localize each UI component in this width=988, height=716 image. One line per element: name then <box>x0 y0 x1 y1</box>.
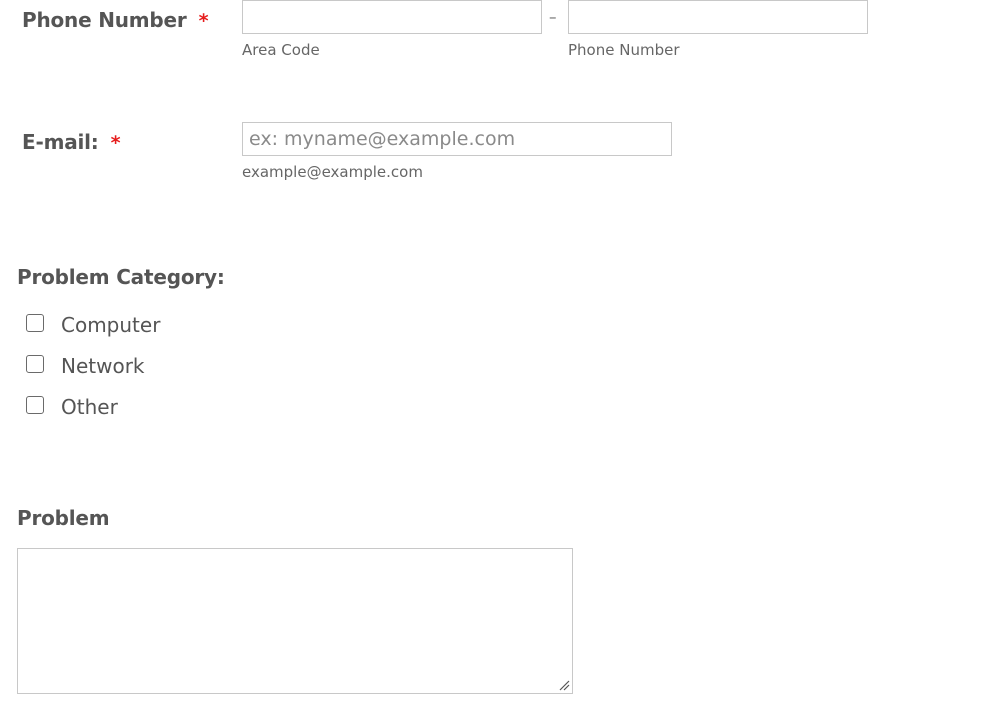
email-input[interactable] <box>242 122 672 156</box>
option-network[interactable]: Network <box>26 354 145 378</box>
option-label: Network <box>61 354 145 378</box>
problem-category-label: Problem Category: <box>17 265 225 289</box>
area-code-input[interactable] <box>242 0 542 34</box>
support-form: Phone Number * – Area Code Phone Number E… <box>0 0 988 716</box>
option-computer[interactable]: Computer <box>26 313 160 337</box>
network-checkbox[interactable] <box>26 355 44 373</box>
email-sublabel: example@example.com <box>242 163 423 181</box>
resize-handle-icon[interactable] <box>558 679 570 691</box>
problem-label: Problem <box>17 506 110 530</box>
phone-number-label: Phone Number * <box>22 8 209 32</box>
problem-textarea[interactable] <box>17 548 573 694</box>
phone-number-sublabel: Phone Number <box>568 41 680 59</box>
computer-checkbox[interactable] <box>26 314 44 332</box>
phone-number-label-text: Phone Number <box>22 8 187 32</box>
option-label: Computer <box>61 313 161 337</box>
phone-separator: – <box>549 8 557 26</box>
phone-number-input[interactable] <box>568 0 868 34</box>
option-other[interactable]: Other <box>26 395 118 419</box>
required-mark: * <box>110 132 121 154</box>
option-label: Other <box>61 395 118 419</box>
other-checkbox[interactable] <box>26 396 44 414</box>
email-label-text: E-mail: <box>22 130 99 154</box>
required-mark: * <box>198 10 209 32</box>
email-label: E-mail: * <box>22 130 121 154</box>
area-code-sublabel: Area Code <box>242 41 320 59</box>
